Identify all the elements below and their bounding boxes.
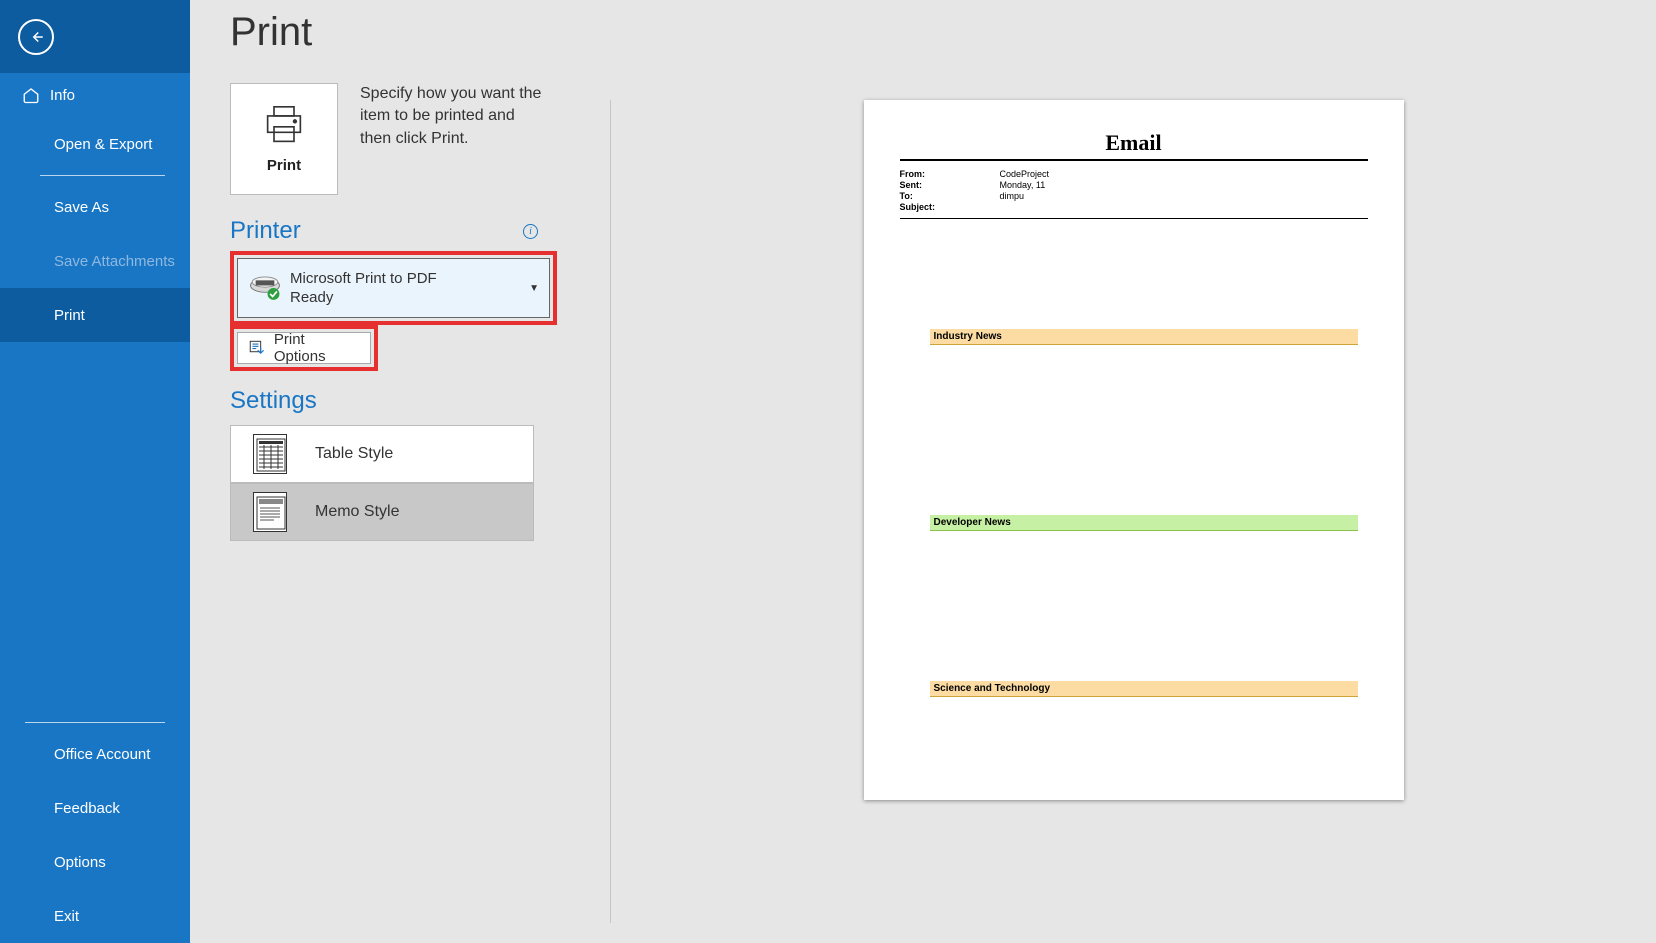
pv-sec2-label: Developer News (930, 515, 1358, 530)
print-instruction: Specify how you want the item to be prin… (360, 83, 550, 150)
pv-section-3: Science and Technology (930, 681, 1358, 697)
pv-sec2-hr (930, 530, 1358, 531)
nav-info-label: Info (50, 87, 75, 104)
style-table[interactable]: Table Style (230, 425, 534, 483)
pv-sent-label: Sent: (900, 180, 1000, 190)
nav-feedback-label: Feedback (54, 800, 120, 817)
nav-open-export[interactable]: Open & Export (0, 117, 190, 171)
printer-name: Microsoft Print to PDF (290, 270, 529, 287)
nav-print[interactable]: Print (0, 288, 190, 342)
print-options-label: Print Options (274, 331, 360, 365)
chevron-down-icon: ▼ (529, 283, 539, 294)
memo-style-icon (253, 492, 287, 532)
pv-section-1: Industry News (930, 329, 1358, 345)
pv-sec3-label: Science and Technology (930, 681, 1358, 696)
nav-divider (40, 175, 165, 176)
printer-heading: Printer (230, 217, 301, 245)
preview-wrap: Email From:CodeProject Sent:Monday, 11 T… (611, 0, 1656, 943)
printer-highlight: Microsoft Print to PDF Ready ▼ (230, 251, 557, 325)
pv-to: dimpu (1000, 191, 1368, 201)
style-memo-label: Memo Style (315, 503, 399, 521)
settings-heading-row: Settings (230, 387, 538, 415)
arrow-left-icon (27, 28, 45, 46)
print-options-highlight: Print Options (230, 325, 378, 371)
header-bar (0, 0, 190, 73)
nav-save-attachments-label: Save Attachments (54, 253, 175, 270)
printer-heading-row: Printer i (230, 217, 538, 245)
nav-office-account[interactable]: Office Account (0, 727, 190, 781)
preview-page: Email From:CodeProject Sent:Monday, 11 T… (864, 100, 1404, 800)
left-panel: Print Print Specify how you want the ite… (190, 0, 610, 943)
nav-exit[interactable]: Exit (0, 889, 190, 943)
pv-to-label: To: (900, 191, 1000, 201)
style-memo[interactable]: Memo Style (230, 483, 534, 541)
preview-hr (900, 159, 1368, 161)
pv-from: CodeProject (1000, 169, 1368, 179)
nav-office-account-label: Office Account (54, 746, 150, 763)
sidebar: Info Open & Export Save As Save Attachme… (0, 0, 190, 943)
print-options-icon (248, 339, 266, 357)
printer-status: Ready (290, 289, 529, 306)
nav-open-export-label: Open & Export (54, 136, 152, 153)
pv-sec1-hr (930, 344, 1358, 345)
settings-list: Table Style Memo Style (230, 425, 610, 541)
page-title: Print (230, 10, 610, 55)
style-table-label: Table Style (315, 445, 393, 463)
nav-save-as-label: Save As (54, 199, 109, 216)
printer-icon (262, 105, 306, 145)
pv-sec1-label: Industry News (930, 329, 1358, 344)
pv-subject (1000, 202, 1368, 212)
nav-save-as[interactable]: Save As (0, 180, 190, 234)
printer-device-icon (248, 273, 282, 303)
preview-thin-hr (900, 218, 1368, 219)
print-top-row: Print Specify how you want the item to b… (230, 83, 610, 195)
settings-heading: Settings (230, 387, 317, 415)
nav-print-label: Print (54, 307, 85, 324)
preview-meta: From:CodeProject Sent:Monday, 11 To:dimp… (900, 169, 1368, 212)
nav-feedback[interactable]: Feedback (0, 781, 190, 835)
back-button[interactable] (18, 19, 54, 55)
nav-info[interactable]: Info (0, 73, 190, 117)
pv-section-2: Developer News (930, 515, 1358, 531)
print-button-label: Print (267, 157, 301, 174)
nav-options-label: Options (54, 854, 106, 871)
pv-sent: Monday, 11 (1000, 180, 1368, 190)
main: Print Print Specify how you want the ite… (190, 0, 1656, 943)
nav-divider-bottom (25, 722, 165, 723)
printer-text: Microsoft Print to PDF Ready (282, 270, 529, 306)
table-style-icon (253, 434, 287, 474)
print-button[interactable]: Print (230, 83, 338, 195)
pv-from-label: From: (900, 169, 1000, 179)
print-options-button[interactable]: Print Options (237, 332, 371, 364)
nav: Info Open & Export Save As Save Attachme… (0, 73, 190, 342)
printer-select[interactable]: Microsoft Print to PDF Ready ▼ (237, 258, 550, 318)
pv-subject-label: Subject: (900, 202, 1000, 212)
nav-save-attachments: Save Attachments (0, 234, 190, 288)
nav-exit-label: Exit (54, 908, 79, 925)
info-icon[interactable]: i (523, 224, 538, 239)
preview-title: Email (900, 130, 1368, 156)
pv-sec3-hr (930, 696, 1358, 697)
home-icon (22, 86, 40, 104)
nav-options[interactable]: Options (0, 835, 190, 889)
